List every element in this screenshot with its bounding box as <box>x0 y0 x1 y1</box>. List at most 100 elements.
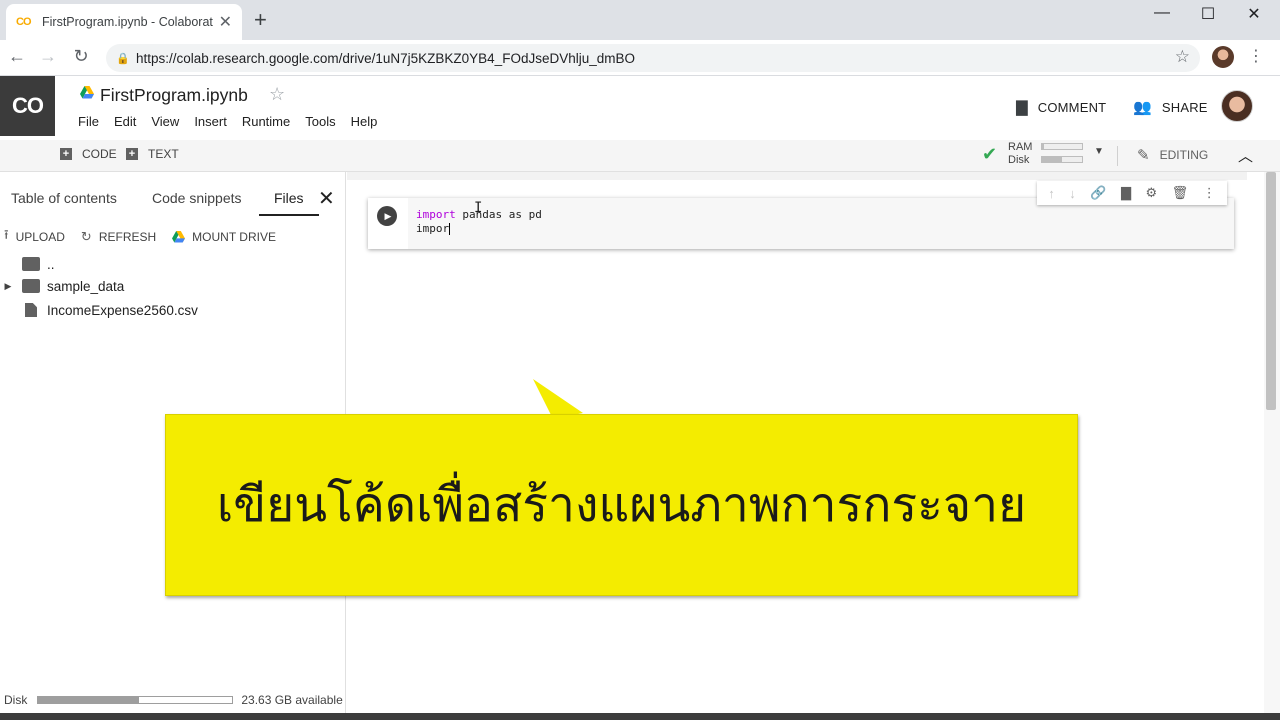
menu-bar: File Edit View Insert Runtime Tools Help <box>78 114 377 129</box>
file-icon <box>25 303 37 317</box>
collapse-header-icon[interactable]: ︿ <box>1238 145 1253 166</box>
address-bar[interactable]: 🔒 https://colab.research.google.com/driv… <box>106 44 1200 72</box>
close-window-icon[interactable]: ✕ <box>1231 4 1277 24</box>
play-icon: ▶ <box>384 210 392 221</box>
new-tab-icon[interactable]: + <box>254 9 267 31</box>
browser-tab[interactable]: CO FirstProgram.ipynb - Colaboratory ✕ <box>6 4 242 40</box>
file-row-sample-data[interactable]: ▶ sample_data <box>0 275 125 297</box>
colab-logo[interactable]: CO <box>0 76 55 136</box>
move-cell-down-icon[interactable]: ↓ <box>1069 186 1076 201</box>
code-editor[interactable]: import pandas as pd impor <box>408 198 1234 249</box>
refresh-button[interactable]: ↻ REFRESH <box>81 229 156 245</box>
maximize-window-icon[interactable]: ☐ <box>1185 4 1231 24</box>
delete-icon[interactable]: 🗑 <box>1172 185 1189 201</box>
colab-favicon-icon: CO <box>16 16 32 28</box>
menu-view[interactable]: View <box>151 114 179 129</box>
editing-mode-button[interactable]: ✎ EDITING <box>1137 146 1208 164</box>
code-cell[interactable]: ▶ import pandas as pd impor <box>368 198 1234 249</box>
ram-meter-fill <box>1042 144 1044 149</box>
sidebar-tabs: Table of contents Code snippets Files ✕ <box>0 180 346 216</box>
google-drive-icon <box>80 86 94 99</box>
file-name: IncomeExpense2560.csv <box>47 302 198 318</box>
expand-arrow-icon[interactable]: ▶ <box>0 281 16 292</box>
file-actions: ⭱ UPLOAD ↻ REFRESH MOUNT DRIVE <box>4 226 292 248</box>
connected-check-icon: ✔ <box>982 144 998 164</box>
notebook-title[interactable]: FirstProgram.ipynb <box>100 85 248 106</box>
more-vert-icon[interactable]: ⋮ <box>1203 185 1216 201</box>
disk-label: Disk <box>1008 154 1030 166</box>
resources-dropdown-icon[interactable]: ▼ <box>1094 146 1104 157</box>
tab-table-of-contents[interactable]: Table of contents <box>11 190 117 206</box>
forward-arrow-icon[interactable]: → <box>36 46 60 67</box>
browser-toolbar: ← → ↻ 🔒 https://colab.research.google.co… <box>0 40 1280 76</box>
file-row-csv[interactable]: IncomeExpense2560.csv <box>0 299 198 321</box>
run-cell-button[interactable]: ▶ <box>377 206 397 226</box>
bookmark-star-icon[interactable]: ☆ <box>1175 47 1190 67</box>
mount-drive-label: MOUNT DRIVE <box>192 230 276 244</box>
add-code-cell-button[interactable]: + CODE <box>60 147 117 161</box>
menu-file[interactable]: File <box>78 114 99 129</box>
tab-code-snippets[interactable]: Code snippets <box>152 190 242 206</box>
disk-usage-label: Disk <box>4 693 28 707</box>
mount-drive-button[interactable]: MOUNT DRIVE <box>172 230 276 244</box>
file-row-parent[interactable]: .. <box>0 253 55 275</box>
back-arrow-icon[interactable]: ← <box>5 46 29 67</box>
user-avatar[interactable] <box>1221 90 1253 122</box>
disk-usage: Disk 23.63 GB available <box>4 693 343 707</box>
upload-button[interactable]: ⭱ UPLOAD <box>4 226 65 248</box>
tab-files[interactable]: Files <box>274 190 304 206</box>
refresh-label: REFRESH <box>98 230 157 244</box>
comment-label: COMMENT <box>1037 99 1107 115</box>
taskbar-edge <box>0 713 1280 720</box>
url-text[interactable]: https://colab.research.google.com/drive/… <box>136 51 635 66</box>
link-icon[interactable]: 🔗 <box>1090 185 1106 201</box>
refresh-icon: ↻ <box>80 229 92 244</box>
toolbar-divider <box>1117 146 1118 166</box>
star-notebook-icon[interactable]: ☆ <box>269 84 285 105</box>
code-line[interactable]: impor <box>416 222 451 235</box>
upload-icon: ⭱ <box>4 227 9 242</box>
resource-meters[interactable] <box>1041 143 1083 169</box>
reload-icon[interactable]: ↻ <box>69 46 93 67</box>
comment-button[interactable]: ▇ COMMENT <box>1016 98 1106 116</box>
menu-runtime[interactable]: Runtime <box>242 114 290 129</box>
cell-gutter: ▶ <box>368 198 408 249</box>
add-code-label: CODE <box>82 147 117 161</box>
add-text-label: TEXT <box>148 147 179 161</box>
share-button[interactable]: 👥 SHARE <box>1133 98 1208 116</box>
notebook-toolbar: + CODE + TEXT ✔ RAM Disk ▼ ✎ EDITING ︿ <box>0 140 1280 172</box>
comment-icon[interactable]: ▇ <box>1121 185 1131 201</box>
browser-menu-icon[interactable]: ⋮ <box>1248 46 1264 66</box>
file-name: .. <box>47 256 55 272</box>
menu-edit[interactable]: Edit <box>114 114 136 129</box>
gear-icon[interactable]: ⚙ <box>1146 185 1158 201</box>
menu-insert[interactable]: Insert <box>194 114 227 129</box>
browser-profile-avatar[interactable] <box>1212 46 1234 68</box>
add-text-cell-button[interactable]: + TEXT <box>126 147 179 161</box>
disk-usage-fill <box>38 697 140 703</box>
comment-icon: ▇ <box>1016 99 1028 116</box>
minimize-window-icon[interactable]: — <box>1139 4 1185 22</box>
text-caret <box>449 223 451 235</box>
close-sidebar-icon[interactable]: ✕ <box>318 186 335 211</box>
tab-title: FirstProgram.ipynb - Colaboratory <box>42 15 213 29</box>
cell-toolbar: ↑ ↓ 🔗 ▇ ⚙ 🗑 ⋮ <box>1037 181 1227 205</box>
active-tab-indicator <box>259 214 319 216</box>
close-tab-icon[interactable]: ✕ <box>219 12 232 32</box>
browser-tabstrip: CO FirstProgram.ipynb - Colaboratory ✕ +… <box>0 0 1280 40</box>
plus-icon: + <box>126 148 138 160</box>
folder-icon <box>22 279 40 293</box>
disk-usage-bar <box>37 696 234 704</box>
resource-labels[interactable]: RAM Disk <box>1008 141 1032 167</box>
callout-caption: เขียนโค้ดเพื่อสร้างแผนภาพการกระจาย <box>216 477 1027 533</box>
editing-label: EDITING <box>1159 148 1209 162</box>
share-label: SHARE <box>1161 99 1208 115</box>
menu-tools[interactable]: Tools <box>305 114 335 129</box>
move-cell-up-icon[interactable]: ↑ <box>1048 186 1055 201</box>
pencil-icon: ✎ <box>1137 147 1150 164</box>
people-icon: 👥 <box>1133 99 1152 116</box>
scrollbar-thumb[interactable] <box>1266 172 1276 410</box>
menu-help[interactable]: Help <box>351 114 378 129</box>
disk-meter <box>1041 156 1083 163</box>
plus-icon: + <box>60 148 72 160</box>
